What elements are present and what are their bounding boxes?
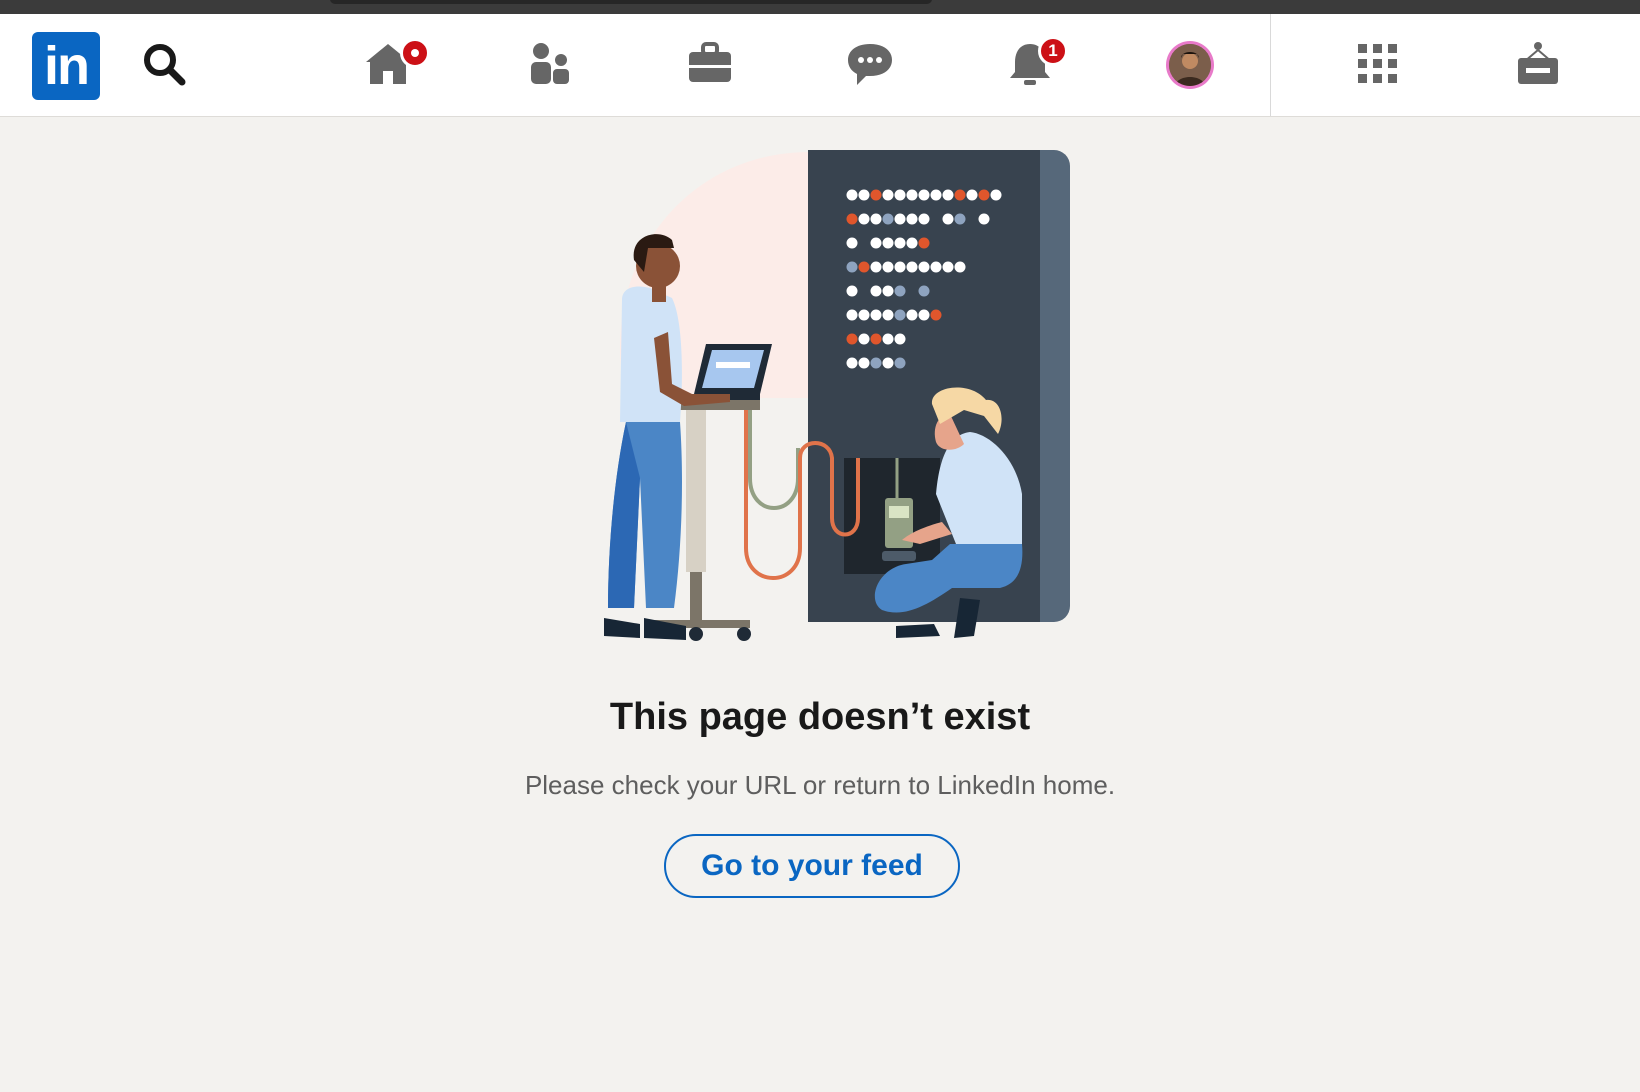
my-network-icon[interactable] [524,38,576,90]
error-illustration [604,150,1070,641]
browser-top-bar [0,0,1640,14]
notifications-badge: 1 [1038,36,1068,66]
linkedin-logo[interactable]: in [32,32,100,100]
advertise-icon[interactable] [1512,38,1564,90]
error-message: Please check your URL or return to Linke… [524,770,1116,800]
messaging-icon[interactable] [844,38,896,90]
work-grid-icon[interactable] [1352,38,1404,90]
global-nav: in 1 [0,14,1640,117]
me-avatar[interactable] [1166,41,1214,89]
jobs-icon[interactable] [684,38,736,90]
error-title: This page doesn’t exist [609,696,1031,738]
browser-tab-strip [330,0,932,4]
home-badge [400,38,430,68]
search-icon[interactable] [138,38,190,90]
go-to-feed-button[interactable]: Go to your feed [664,834,960,898]
nav-divider [1270,14,1271,116]
